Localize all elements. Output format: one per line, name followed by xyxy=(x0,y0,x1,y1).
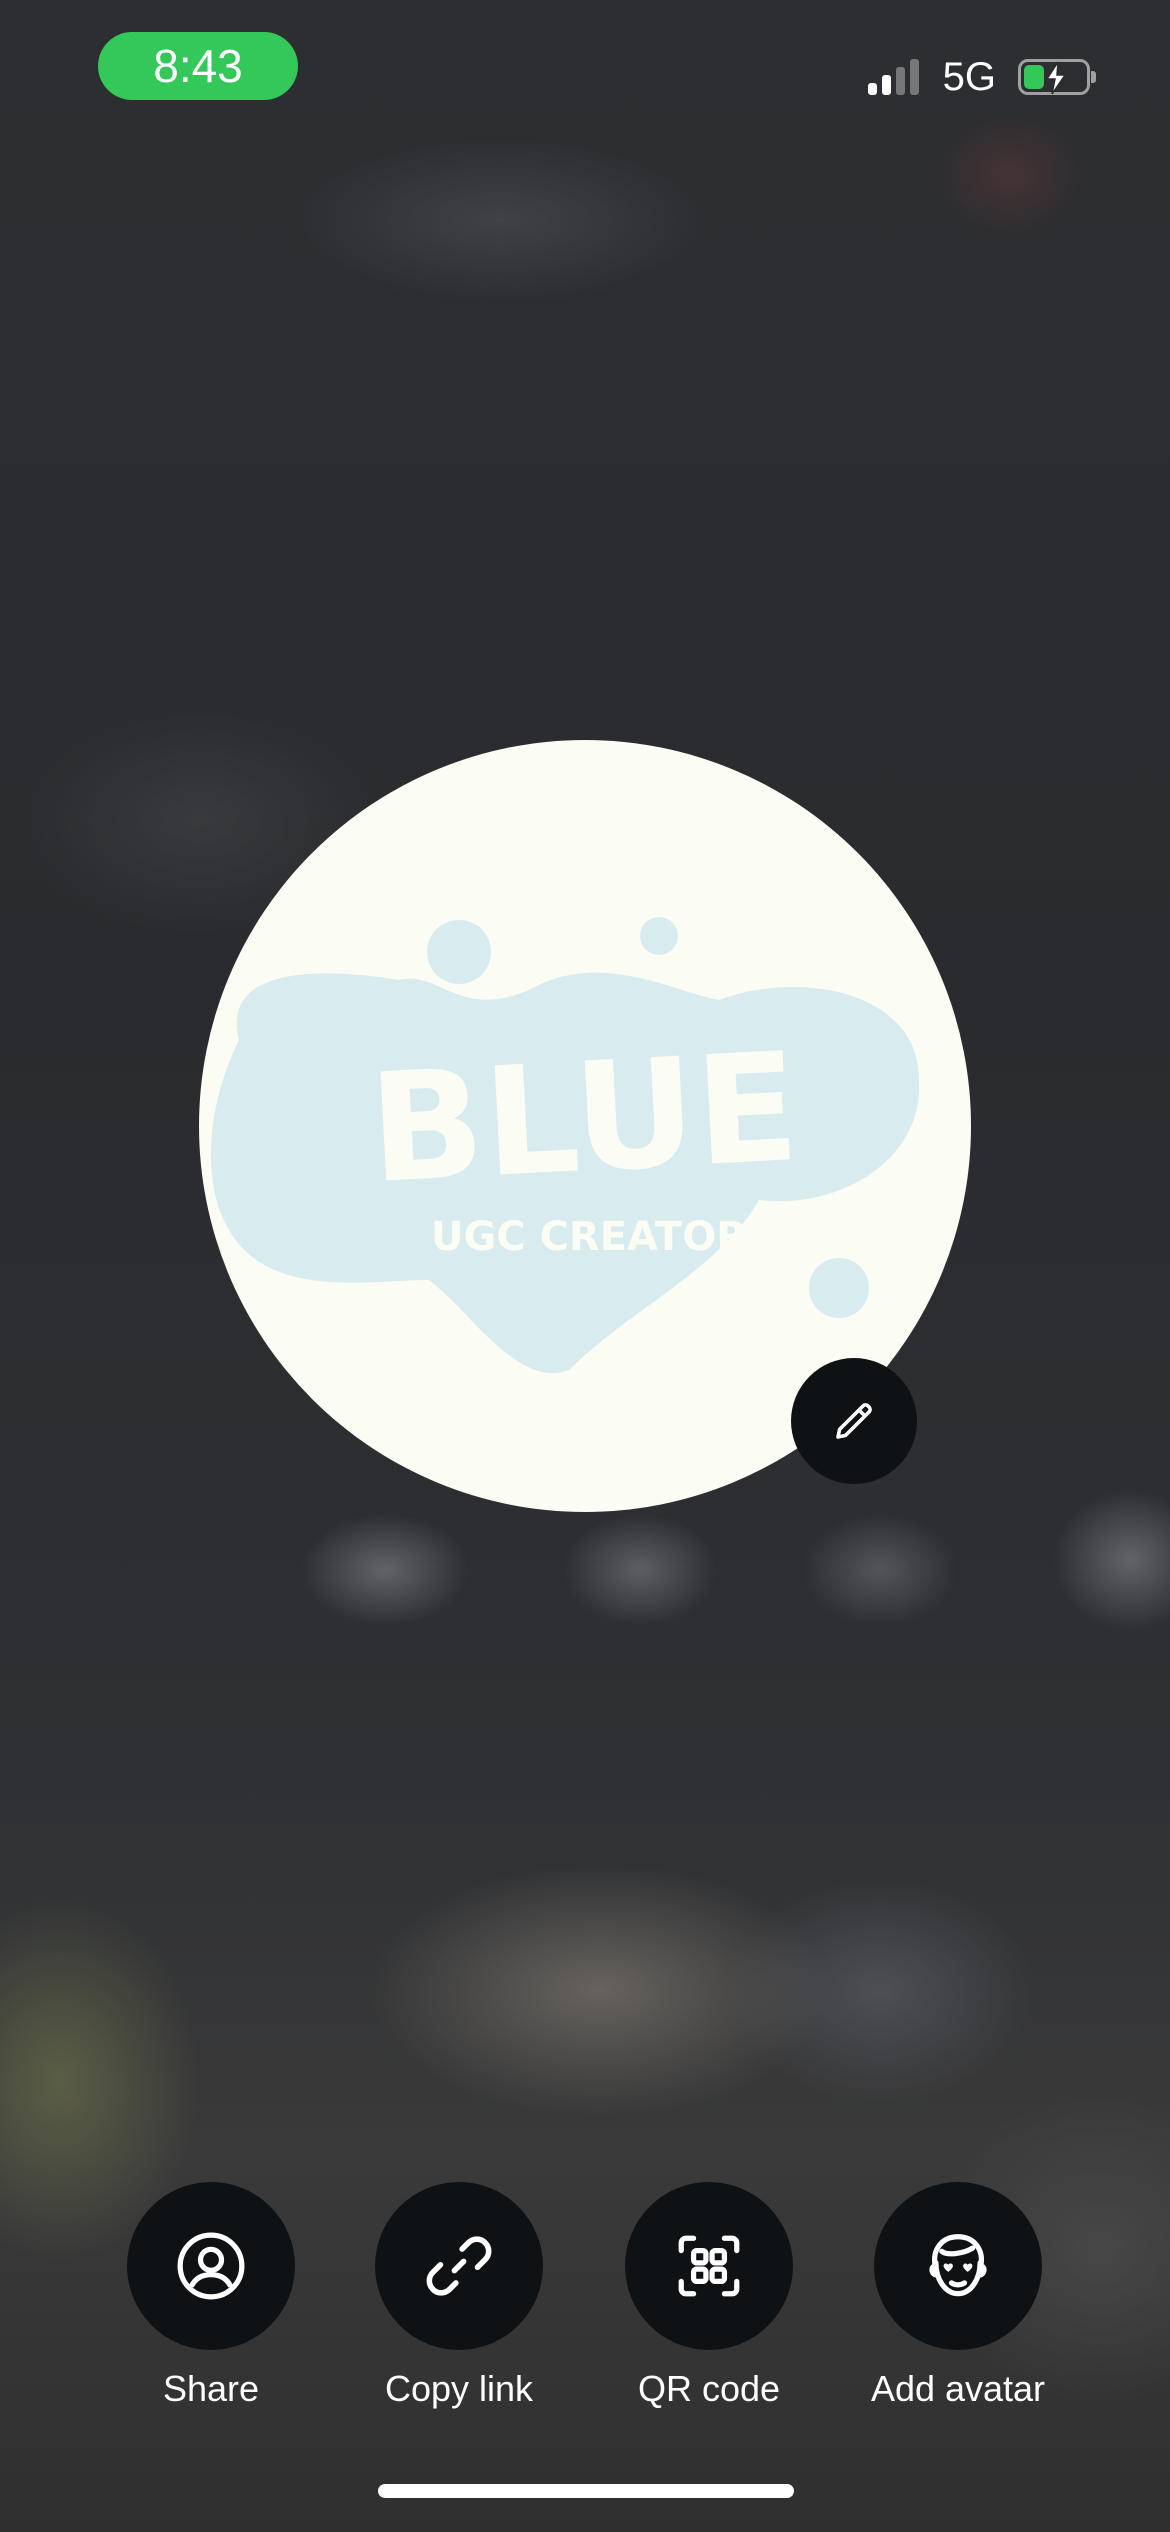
signal-icon xyxy=(867,59,919,95)
add-avatar-action[interactable]: Add avatar xyxy=(838,2182,1078,2410)
user-circle-icon xyxy=(177,2232,245,2300)
status-time: 8:43 xyxy=(98,32,298,100)
home-indicator[interactable] xyxy=(378,2484,794,2498)
copy-link-label: Copy link xyxy=(384,2368,534,2409)
share-action[interactable]: Share xyxy=(91,2182,331,2410)
share-button[interactable] xyxy=(127,2182,295,2350)
network-label: 5G xyxy=(942,54,996,99)
qr-code-label: QR code xyxy=(637,2368,781,2409)
battery-icon xyxy=(1018,59,1096,95)
pencil-icon xyxy=(836,1403,872,1439)
copy-link-action[interactable]: Copy link xyxy=(339,2182,579,2410)
add-avatar-label: Add avatar xyxy=(870,2368,1046,2409)
share-label: Share xyxy=(162,2368,260,2409)
avatar-face-icon xyxy=(929,2234,987,2297)
logo-text: BLUE xyxy=(365,1021,802,1217)
status-indicators: 5G xyxy=(867,52,1096,102)
qr-code-action[interactable]: QR code xyxy=(589,2182,829,2410)
add-avatar-button[interactable] xyxy=(874,2182,1042,2350)
edit-avatar-button[interactable] xyxy=(791,1358,917,1484)
qr-code-button[interactable] xyxy=(625,2182,793,2350)
logo-subtext: UGC CREATOR xyxy=(431,1214,747,1260)
qr-code-icon xyxy=(678,2235,740,2297)
link-icon xyxy=(426,2236,492,2296)
copy-link-button[interactable] xyxy=(375,2182,543,2350)
